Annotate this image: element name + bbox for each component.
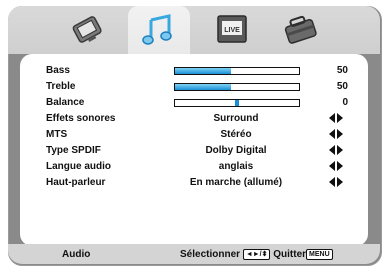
quit-hint-label: Quitter bbox=[273, 249, 307, 260]
picture-tab-icon bbox=[72, 16, 102, 43]
tab-live[interactable]: LIVE bbox=[210, 10, 254, 48]
setting-row-audio-language[interactable]: Langue audio anglais bbox=[20, 158, 368, 174]
setting-value: En marche (allumé) bbox=[189, 177, 283, 188]
slider-fill bbox=[175, 68, 231, 74]
music-notes-icon bbox=[142, 14, 172, 45]
tab-bar bbox=[8, 6, 380, 54]
setting-label: MTS bbox=[46, 129, 68, 140]
nav-key-badge: ◄►/⬍ bbox=[242, 249, 271, 260]
slider-fill bbox=[175, 84, 231, 90]
setting-row-spdif-type[interactable]: Type SPDIF Dolby Digital bbox=[20, 142, 368, 158]
setting-value: Surround bbox=[213, 113, 259, 124]
live-tv-icon: LIVE bbox=[217, 15, 247, 43]
menu-name: Audio bbox=[62, 249, 91, 260]
setting-label: Bass bbox=[46, 65, 70, 76]
audio-settings-panel: Bass 50 Treble 50 Balance 0 Effets sonor… bbox=[20, 54, 368, 246]
setting-value: Stéréo bbox=[220, 129, 252, 140]
setting-row-balance[interactable]: Balance 0 bbox=[20, 94, 368, 110]
setting-value: 0 bbox=[342, 97, 348, 108]
tab-audio[interactable] bbox=[128, 6, 190, 54]
setting-value: 50 bbox=[336, 65, 348, 76]
setting-row-sound-effects[interactable]: Effets sonores Surround bbox=[20, 110, 368, 126]
setting-row-treble[interactable]: Treble 50 bbox=[20, 78, 368, 94]
live-label: LIVE bbox=[224, 27, 240, 34]
left-right-arrows-icon[interactable] bbox=[328, 145, 344, 155]
toolbox-icon bbox=[284, 15, 317, 44]
left-right-arrows-icon[interactable] bbox=[328, 161, 344, 171]
setting-row-speaker[interactable]: Haut-parleur En marche (allumé) bbox=[20, 174, 368, 190]
left-right-arrows-icon[interactable] bbox=[328, 177, 344, 187]
left-right-arrows-icon[interactable] bbox=[328, 129, 344, 139]
setting-value: anglais bbox=[218, 161, 254, 172]
tab-picture[interactable] bbox=[66, 10, 110, 48]
setting-label: Effets sonores bbox=[46, 113, 116, 124]
setting-value: 50 bbox=[336, 81, 348, 92]
setting-label: Treble bbox=[46, 81, 76, 92]
left-right-arrows-icon[interactable] bbox=[328, 113, 344, 123]
footer-hint: Sélectionner ◄►/⬍ Quitter MENU bbox=[180, 249, 333, 260]
select-hint-label: Sélectionner bbox=[180, 249, 241, 260]
balance-slider[interactable] bbox=[174, 99, 300, 107]
footer-bar: Audio Sélectionner ◄►/⬍ Quitter MENU bbox=[8, 244, 380, 264]
setting-row-bass[interactable]: Bass 50 bbox=[20, 62, 368, 78]
tab-setup[interactable] bbox=[278, 10, 322, 48]
bass-slider[interactable] bbox=[174, 67, 300, 75]
menu-key-badge: MENU bbox=[306, 249, 333, 260]
treble-slider[interactable] bbox=[174, 83, 300, 91]
setting-value: Dolby Digital bbox=[205, 145, 267, 156]
setting-label: Langue audio bbox=[46, 161, 111, 172]
setting-label: Haut-parleur bbox=[46, 177, 106, 188]
setting-label: Type SPDIF bbox=[46, 145, 101, 156]
setting-label: Balance bbox=[46, 97, 85, 108]
balance-indicator bbox=[235, 100, 239, 106]
setting-row-mts[interactable]: MTS Stéréo bbox=[20, 126, 368, 142]
